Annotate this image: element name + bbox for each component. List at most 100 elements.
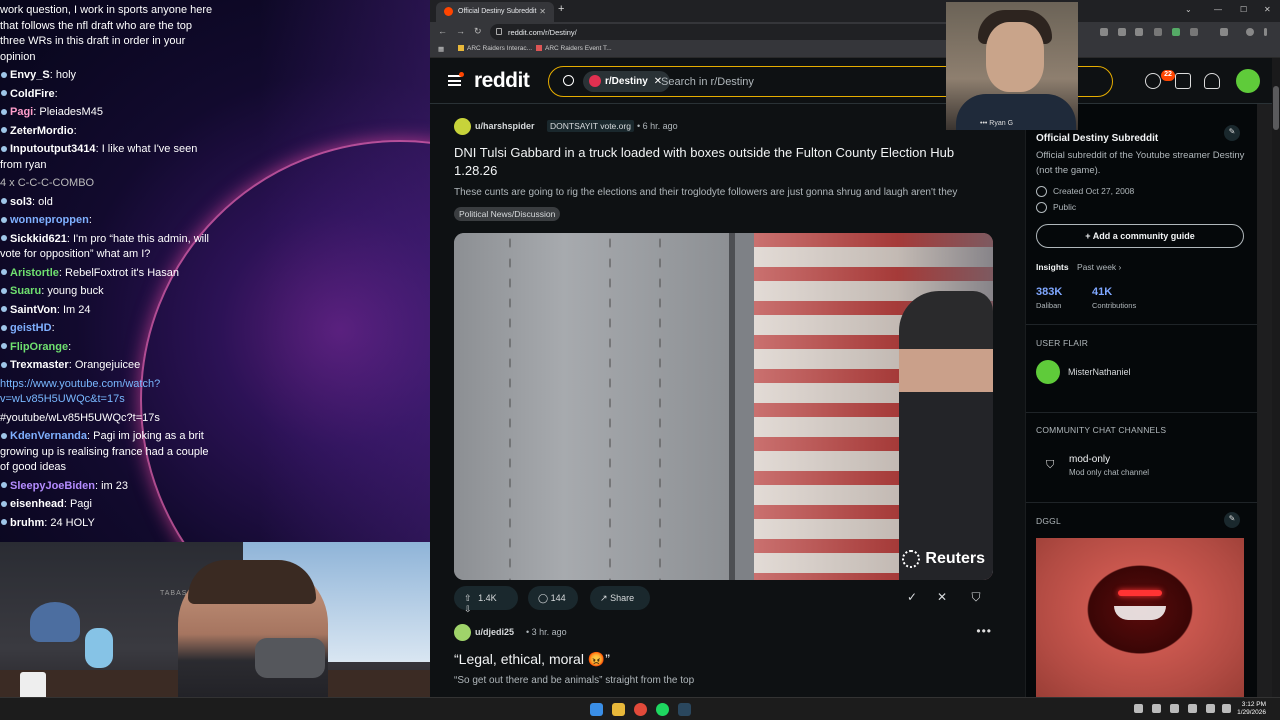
new-tab-icon[interactable]: +	[558, 3, 564, 15]
tray-icon[interactable]	[1134, 704, 1143, 713]
chat-username[interactable]: ColdFire	[10, 88, 55, 100]
mod-shield-icon[interactable]: ⛉	[964, 586, 988, 610]
minimize-icon[interactable]: —	[1214, 5, 1222, 14]
zoom-icon[interactable]	[1100, 28, 1108, 36]
apps-grid-icon[interactable]: ▦	[438, 45, 444, 53]
create-post-icon[interactable]	[1175, 73, 1191, 89]
search-input[interactable]	[661, 73, 961, 91]
post-flair-tag[interactable]: Political News/Discussion	[454, 207, 561, 221]
stat-contributions: 41K Contributions	[1092, 286, 1172, 310]
reddit-logo[interactable]: reddit	[474, 69, 530, 93]
post-title[interactable]: DNI Tulsi Gabbard in a truck loaded with…	[454, 144, 994, 180]
wifi-icon[interactable]	[1206, 704, 1215, 713]
subreddit-search-chip[interactable]: r/Destiny ✕	[583, 71, 671, 92]
post-image[interactable]: Reuters	[454, 233, 993, 580]
chat-username[interactable]: Inputoutput3414	[10, 143, 96, 155]
close-window-icon[interactable]: ✕	[1264, 5, 1271, 14]
chat-username[interactable]: eisenhead	[10, 498, 64, 510]
back-icon[interactable]: ←	[438, 26, 447, 36]
forward-icon[interactable]: →	[456, 26, 465, 36]
tab-search-icon[interactable]: ⌄	[1185, 5, 1192, 14]
user-flair-row[interactable]: MisterNathaniel	[1036, 360, 1248, 384]
edit-pencil-icon[interactable]: ✎	[1224, 125, 1240, 141]
chrome-icon[interactable]	[634, 703, 647, 716]
post-title[interactable]: “Legal, ethical, moral 😡”	[454, 650, 994, 668]
user-badge-icon	[1, 108, 7, 115]
chat-message: Inputoutput3414: I like what I've seen f…	[0, 143, 198, 171]
approve-icon[interactable]: ✓	[900, 586, 924, 610]
chat-username[interactable]: sol3	[10, 196, 32, 208]
stream-chat: work question, I work in sports anyone h…	[0, 0, 430, 542]
tray-icon[interactable]	[1152, 704, 1161, 713]
upvote-icon[interactable]: ⇧	[464, 593, 472, 603]
bookmark-item[interactable]: ARC Raiders Event T...	[536, 45, 612, 52]
steam-icon[interactable]	[678, 703, 691, 716]
chat-text: Pagi	[69, 498, 92, 510]
chat-message: https://www.youtube.com/watch?v=wLv85H5U…	[0, 377, 218, 408]
community-sidebar: Official Destiny Subreddit ✎ Official su…	[1025, 104, 1257, 697]
menu-kebab-icon[interactable]	[1264, 28, 1267, 36]
chat-username[interactable]: bruhm	[10, 517, 44, 529]
flair-avatar	[1036, 360, 1060, 384]
notifications-bell-icon[interactable]	[1204, 73, 1220, 89]
insights-period[interactable]: Past week ›	[1077, 262, 1121, 272]
chat-username[interactable]: ZeterMordio	[10, 125, 74, 137]
extensions-puzzle-icon[interactable]	[1190, 28, 1198, 36]
share-icon[interactable]	[1118, 28, 1126, 36]
webcam-lamp	[30, 602, 80, 642]
more-options-icon[interactable]: •••	[976, 624, 992, 638]
bookmark-item[interactable]: ARC Raiders Interac...	[458, 45, 532, 52]
chat-username[interactable]: wonneproppen	[10, 214, 89, 226]
file-explorer-icon[interactable]	[612, 703, 625, 716]
chat-username[interactable]: Envy_S	[10, 69, 50, 81]
chat-username[interactable]: Suaru	[10, 285, 41, 297]
user-avatar[interactable]	[1236, 69, 1260, 93]
chat-username[interactable]: KdenVernanda	[10, 430, 87, 442]
chat-username[interactable]: geistHD	[10, 322, 52, 334]
community-title: Official Destiny Subreddit	[1036, 133, 1159, 144]
bookmark-star-icon[interactable]	[1135, 28, 1143, 36]
chat-username[interactable]: FlipOrange	[10, 341, 68, 353]
chat-channel-item[interactable]: ⛉ mod-only Mod only chat channel	[1036, 452, 1248, 482]
volume-icon[interactable]	[1222, 704, 1231, 713]
scrollbar-thumb[interactable]	[1273, 86, 1279, 130]
browser-tab[interactable]: Official Destiny Subreddit ✕	[436, 2, 554, 22]
chat-username[interactable]: Sickkid621	[10, 233, 67, 245]
tray-icon[interactable]	[1188, 704, 1197, 713]
site-info-icon[interactable]	[496, 28, 502, 35]
profile-icon[interactable]	[1246, 28, 1254, 36]
chat-username[interactable]: Pagi	[10, 106, 33, 118]
tray-icon[interactable]	[1170, 704, 1179, 713]
add-community-guide-button[interactable]: + Add a community guide	[1036, 224, 1244, 248]
chat-icon[interactable]	[1145, 73, 1161, 89]
extension-icon[interactable]	[1154, 28, 1162, 36]
hamburger-menu-icon[interactable]	[448, 72, 464, 86]
post-author[interactable]: u/harshspider	[475, 121, 535, 131]
chat-username[interactable]: SleepyJoeBiden	[10, 480, 95, 492]
chat-message: work question, I work in sports anyone h…	[0, 3, 218, 65]
chat-text: im 23	[101, 479, 129, 492]
start-windows-icon[interactable]	[590, 703, 603, 716]
post-card[interactable]: u/djedi25 • 3 hr. ago ••• “Legal, ethica…	[454, 624, 994, 688]
sidebar-icon[interactable]	[1220, 28, 1228, 36]
reload-icon[interactable]: ↻	[474, 26, 482, 37]
maximize-icon[interactable]: ☐	[1240, 5, 1247, 14]
reuters-watermark: Reuters	[902, 549, 985, 568]
spotify-icon[interactable]	[656, 703, 669, 716]
share-button[interactable]: ↗ Share	[590, 586, 650, 610]
close-tab-icon[interactable]: ✕	[539, 7, 546, 16]
extension-icon[interactable]	[1172, 28, 1180, 36]
chat-text[interactable]: https://www.youtube.com/watch?v=wLv85H5U…	[0, 378, 160, 406]
remove-icon[interactable]: ✕	[930, 586, 954, 610]
chat-username[interactable]: Trexmaster	[10, 359, 69, 371]
edit-pencil-icon[interactable]: ✎	[1224, 512, 1240, 528]
chat-username[interactable]: Aristortle	[10, 267, 59, 279]
page-scrollbar[interactable]	[1272, 58, 1280, 697]
dggl-image[interactable]	[1036, 538, 1244, 697]
chat-username[interactable]: SaintVon	[10, 304, 57, 316]
system-clock[interactable]: 3:12 PM 1/29/2026	[1237, 701, 1266, 717]
post-card[interactable]: u/harshspider DONTSAYIT vote.org • 6 hr.…	[454, 118, 994, 222]
comments-button[interactable]: ◯ 144	[528, 586, 578, 610]
downvote-icon[interactable]: ⇩	[464, 604, 472, 614]
post-author[interactable]: u/djedi25	[475, 627, 514, 637]
